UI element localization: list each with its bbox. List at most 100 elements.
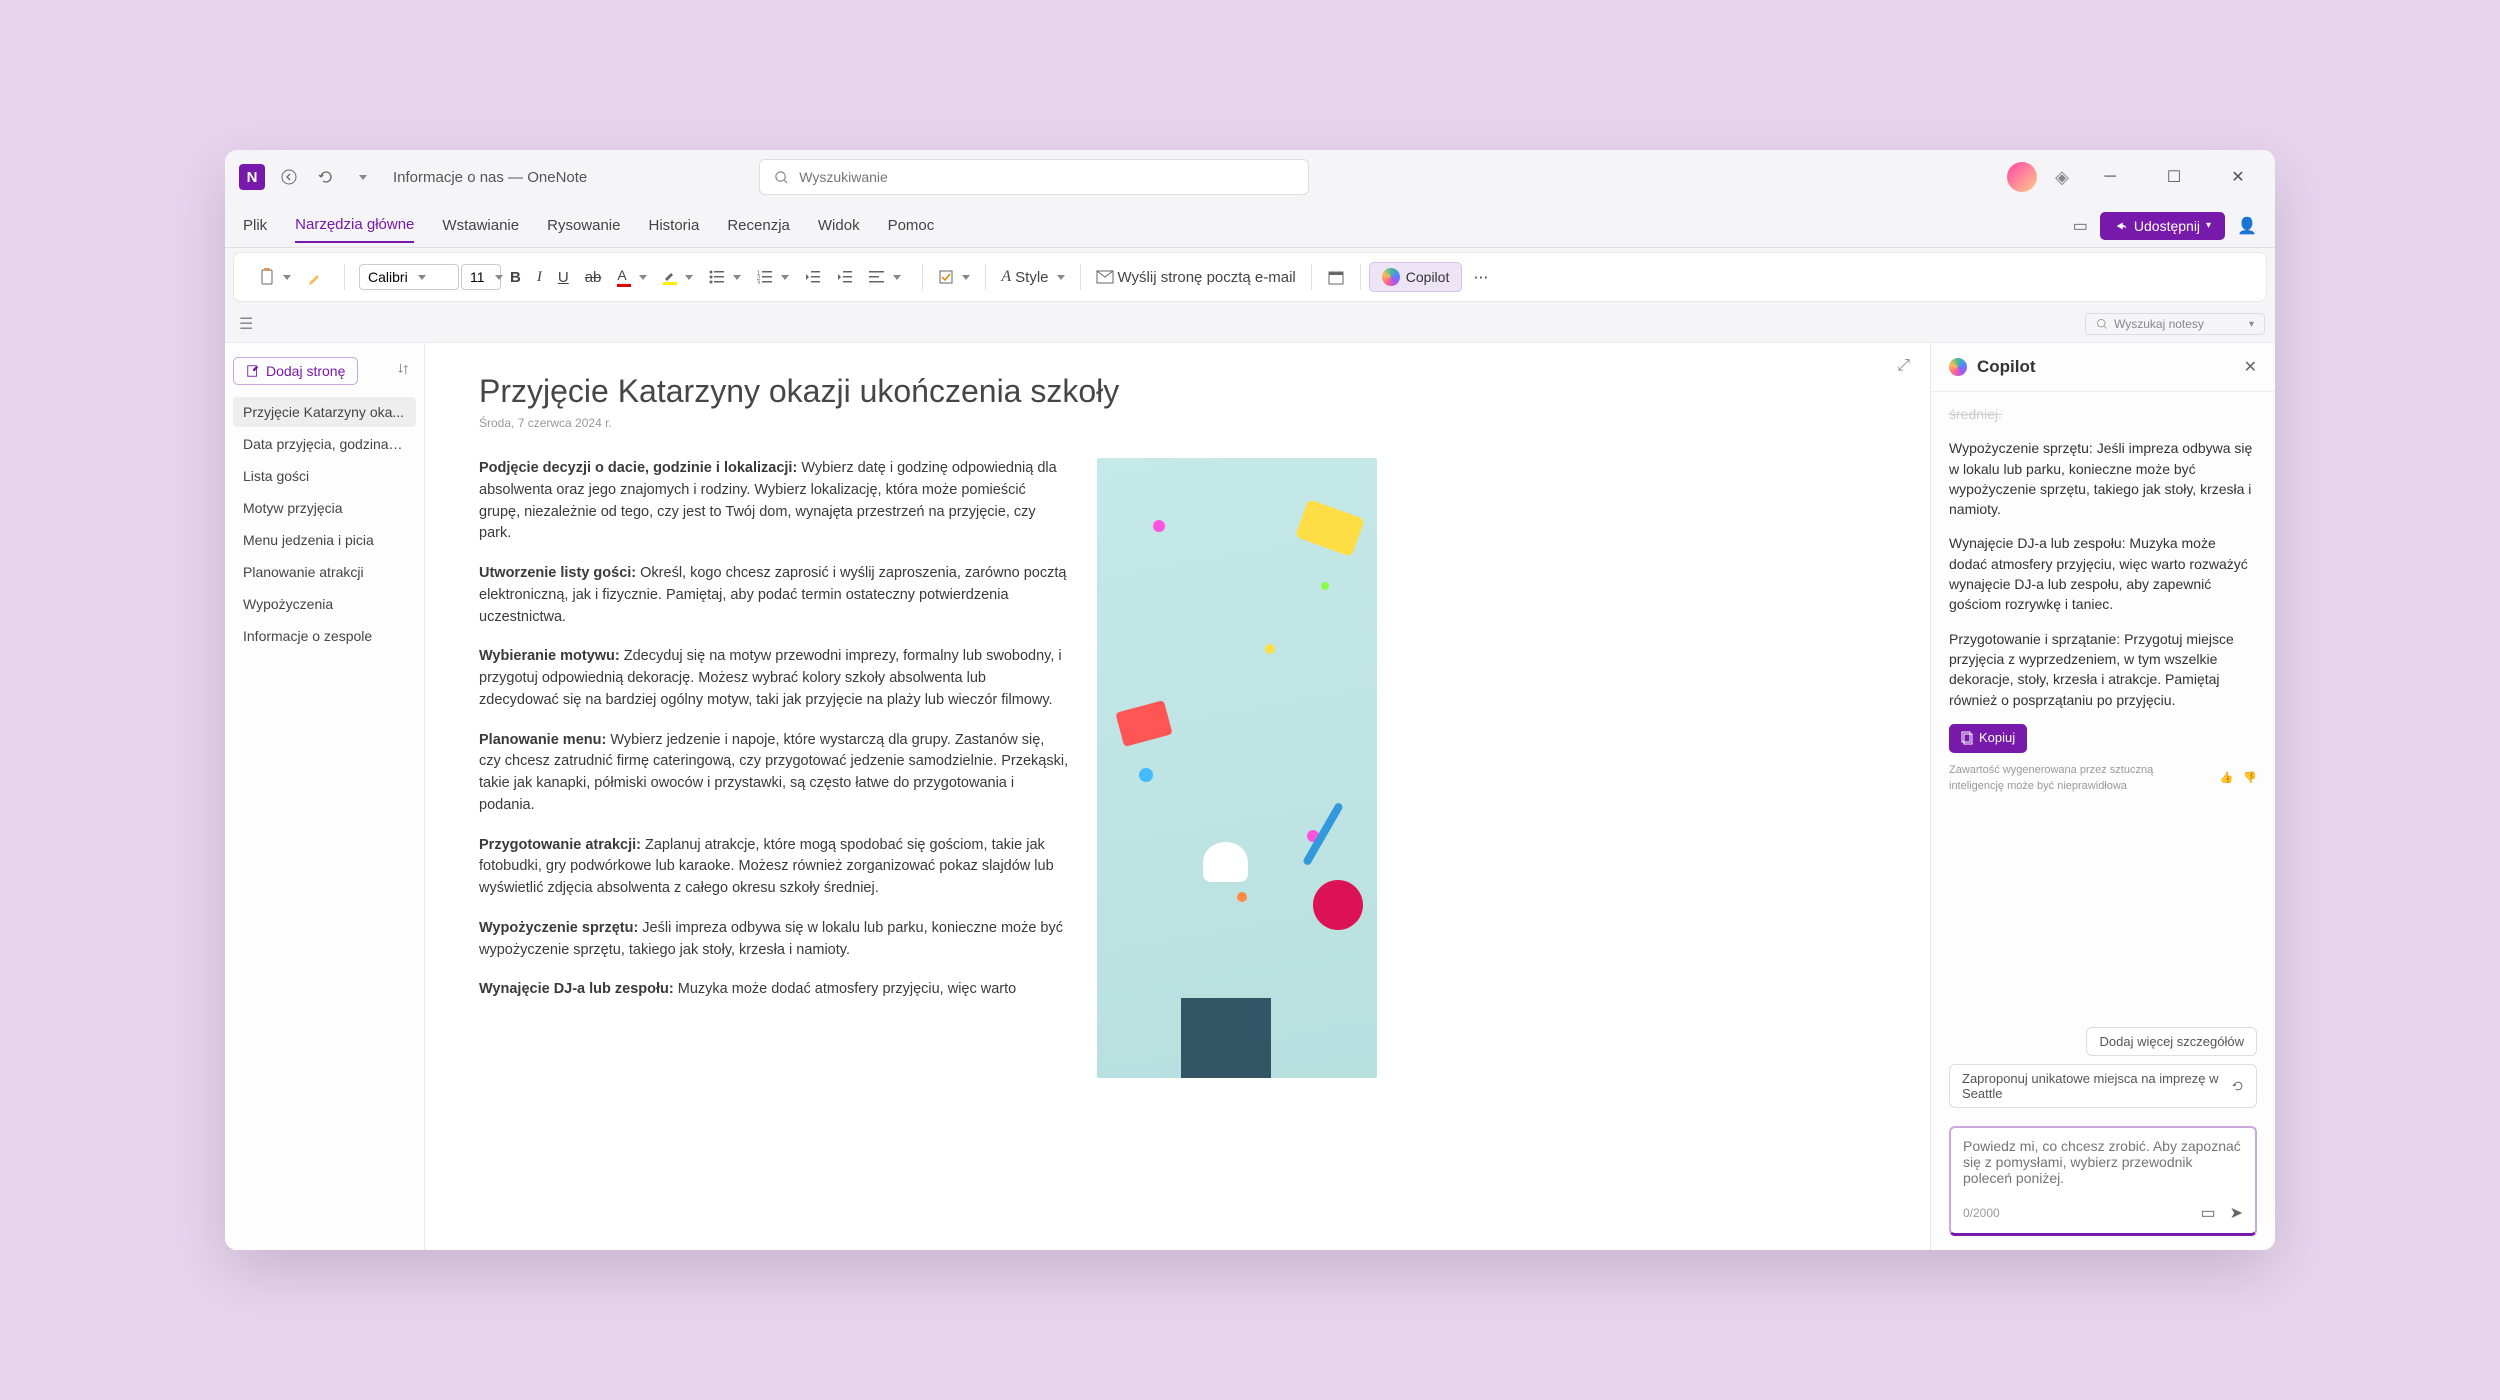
add-page-button[interactable]: Dodaj stronę [233, 357, 358, 385]
nav-pane: Dodaj stronę Przyjęcie Katarzyny oka...D… [225, 343, 425, 1250]
menu-insert[interactable]: Wstawianie [442, 209, 519, 242]
paragraph[interactable]: Planowanie menu: Wybierz jedzenie i napo… [479, 730, 1069, 817]
paragraph[interactable]: Podjęcie decyzji o dacie, godzinie i lok… [479, 458, 1069, 545]
bullets-button[interactable] [702, 265, 748, 289]
numbers-button[interactable]: 123 [750, 265, 796, 289]
copilot-toolbar-button[interactable]: Copilot [1369, 262, 1463, 292]
back-button[interactable] [277, 165, 301, 189]
page-item[interactable]: Menu jedzenia i picia [233, 525, 416, 555]
copilot-msg: średniej. [1949, 404, 2257, 424]
align-button[interactable] [862, 265, 908, 289]
paragraph[interactable]: Wypożyczenie sprzętu: Jeśli impreza odby… [479, 918, 1069, 962]
send-button[interactable]: ➤ [2230, 1203, 2243, 1223]
highlight-button[interactable] [656, 264, 700, 290]
paste-button[interactable] [252, 263, 298, 291]
outdent-button[interactable] [798, 265, 828, 289]
book-icon[interactable]: ▭ [2200, 1203, 2215, 1223]
search-box[interactable] [759, 159, 1309, 195]
search-input[interactable] [799, 169, 1294, 185]
thumbs-up-button[interactable]: 👍 [2220, 771, 2234, 787]
thumbs-down-button[interactable]: 👎 [2243, 771, 2257, 787]
page-item[interactable]: Data przyjęcia, godzina i... [233, 429, 416, 459]
search-icon [774, 170, 789, 185]
refresh-icon [2232, 1079, 2244, 1093]
paragraph[interactable]: Przygotowanie atrakcji: Zaplanuj atrakcj… [479, 835, 1069, 900]
sort-button[interactable] [392, 357, 416, 381]
expand-icon[interactable]: ⤢ [1897, 357, 1910, 375]
menu-review[interactable]: Recenzja [727, 209, 790, 242]
paragraph[interactable]: Utworzenie listy gości: Określ, kogo chc… [479, 563, 1069, 628]
menu-history[interactable]: Historia [648, 209, 699, 242]
menu-file[interactable]: Plik [243, 209, 267, 242]
paragraph[interactable]: Wybieranie motywu: Zdecyduj się na motyw… [479, 646, 1069, 711]
bold-button[interactable]: B [503, 264, 528, 291]
toolbar: Calibri 11 B I U ab A 123 AStyle Wyślij … [233, 252, 2267, 302]
minimize-button[interactable]: ─ [2087, 161, 2133, 193]
qat-more[interactable] [349, 165, 373, 189]
page-list: Przyjęcie Katarzyny oka...Data przyjęcia… [233, 397, 416, 651]
page-item[interactable]: Przyjęcie Katarzyny oka... [233, 397, 416, 427]
page-title[interactable]: Przyjęcie Katarzyny okazji ukończenia sz… [479, 373, 1906, 410]
copilot-textarea[interactable] [1963, 1138, 2243, 1194]
tags-button[interactable] [931, 264, 977, 290]
underline-button[interactable]: U [551, 264, 576, 291]
menubar: Plik Narzędzia główne Wstawianie Rysowan… [225, 204, 2275, 248]
style-button[interactable]: AStyle [994, 263, 1071, 291]
toolbar-more[interactable]: ⋯ [1466, 263, 1495, 291]
font-size-select[interactable]: 11 [461, 264, 501, 290]
content-area[interactable]: ⤢ Przyjęcie Katarzyny okazji ukończenia … [425, 343, 1930, 1250]
menu-home[interactable]: Narzędzia główne [295, 208, 414, 243]
copilot-msg: Wypożyczenie sprzętu: Jeśli impreza odby… [1949, 438, 2257, 519]
menu-draw[interactable]: Rysowanie [547, 209, 620, 242]
copilot-header: Copilot ✕ [1931, 343, 2275, 392]
hamburger-icon[interactable]: ☰ [235, 310, 257, 338]
undo-button[interactable] [313, 165, 337, 189]
suggestions: Dodaj więcej szczegółów Zaproponuj unika… [1931, 1017, 2275, 1118]
page-item[interactable]: Informacje o zespole [233, 621, 416, 651]
paragraph[interactable]: Wynajęcie DJ-a lub zespołu: Muzyka może … [479, 979, 1069, 1001]
meeting-button[interactable] [1320, 264, 1352, 290]
avatar[interactable] [2007, 162, 2037, 192]
close-button[interactable]: ✕ [2215, 161, 2261, 193]
copilot-msg: Przygotowanie i sprzątanie: Przygotuj mi… [1949, 629, 2257, 710]
maximize-button[interactable]: ☐ [2151, 161, 2197, 193]
copilot-icon [1949, 358, 1967, 376]
suggestion-chip[interactable]: Zaproponuj unikatowe miejsca na imprezę … [1949, 1064, 2257, 1108]
notebook-bar: ☰ Wyszukaj notesy ▾ [225, 306, 2275, 343]
font-color-button[interactable]: A [610, 262, 654, 292]
indent-button[interactable] [830, 265, 860, 289]
artboard: Dodaj stronę Przyjęcie Katarzyny oka...D… [225, 343, 2275, 1250]
page-date: Środa, 7 czerwca 2024 r. [479, 416, 1906, 430]
mode-switcher[interactable]: ▭ [2073, 216, 2088, 236]
edit-icon [246, 364, 260, 378]
premium-icon[interactable]: ◈ [2055, 167, 2069, 188]
party-image[interactable] [1097, 458, 1377, 1078]
search-icon [2096, 318, 2108, 330]
email-page-button[interactable]: Wyślij stronę pocztą e-mail [1089, 264, 1303, 291]
suggestion-chip[interactable]: Dodaj więcej szczegółów [2086, 1027, 2257, 1056]
page-item[interactable]: Planowanie atrakcji [233, 557, 416, 587]
disclaimer: Zawartość wygenerowana przez sztuczną in… [1949, 763, 2257, 795]
share-button[interactable]: Udostępnij ▾ [2100, 212, 2225, 240]
page-item[interactable]: Wypożyczenia [233, 589, 416, 619]
page-item[interactable]: Motyw przyjęcia [233, 493, 416, 523]
strike-button[interactable]: ab [578, 264, 609, 291]
format-painter[interactable] [300, 264, 330, 290]
char-counter: 0/2000 [1963, 1206, 2000, 1220]
text-column[interactable]: Podjęcie decyzji o dacie, godzinie i lok… [479, 458, 1069, 1078]
page-item[interactable]: Lista gości [233, 461, 416, 491]
italic-button[interactable]: I [530, 264, 549, 291]
menu-view[interactable]: Widok [818, 209, 860, 242]
copilot-body: średniej. Wypożyczenie sprzętu: Jeśli im… [1931, 392, 2275, 1017]
image-column [1097, 458, 1906, 1078]
app-icon: N [239, 164, 265, 190]
font-name-select[interactable]: Calibri [359, 264, 459, 290]
people-icon[interactable]: 👤 [2237, 216, 2257, 236]
menu-help[interactable]: Pomoc [888, 209, 935, 242]
copilot-title: Copilot [1977, 357, 2036, 377]
copy-icon [1961, 731, 1973, 745]
copilot-input-box[interactable]: 0/2000 ▭ ➤ [1949, 1126, 2257, 1236]
notebook-search[interactable]: Wyszukaj notesy ▾ [2085, 313, 2265, 335]
copy-button[interactable]: Kopiuj [1949, 724, 2027, 753]
copilot-close-button[interactable]: ✕ [2244, 357, 2257, 377]
